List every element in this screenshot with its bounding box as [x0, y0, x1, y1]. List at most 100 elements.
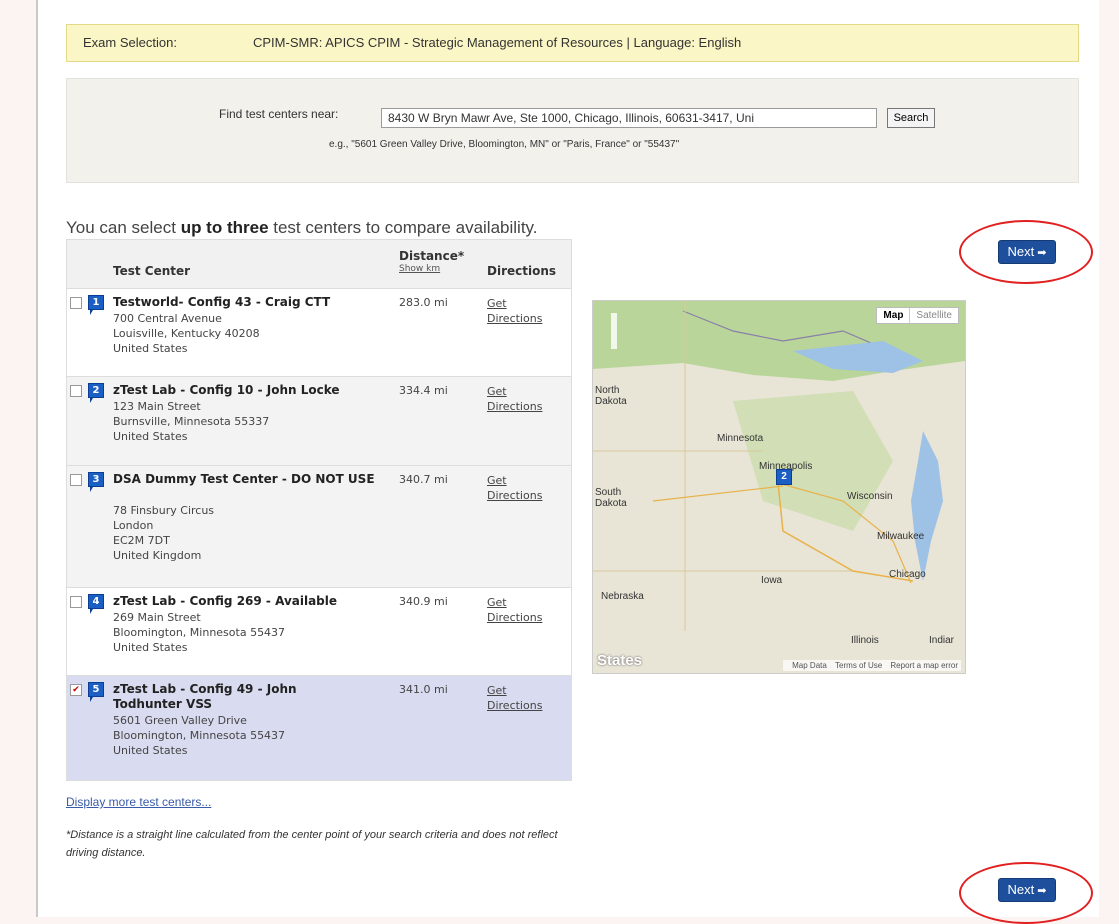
table-header: Test Center Distance* Show km Directions [67, 240, 571, 289]
get-directions-link[interactable]: Get Directions [487, 296, 542, 326]
map-label-iowa: Iowa [761, 575, 783, 586]
row-checkbox-checked[interactable]: ✔ [70, 684, 82, 696]
center-distance: 334.4 mi [399, 384, 448, 397]
address-line: United Kingdom [113, 549, 202, 562]
row-marker: 2 [88, 383, 104, 403]
get-directions-word: Directions [487, 699, 543, 712]
search-label: Find test centers near: [219, 107, 339, 121]
terms-of-use-link[interactable]: Terms of Use [835, 661, 882, 670]
map-marker[interactable]: 2 [776, 469, 792, 485]
search-input[interactable] [381, 108, 877, 128]
address-line: 269 Main Street [113, 611, 201, 624]
intro-post: test centers to compare availability. [268, 218, 538, 237]
row-checkbox[interactable] [70, 596, 82, 608]
main-page: Exam Selection: CPIM-SMR: APICS CPIM - S… [36, 0, 1099, 924]
get-directions-word: Directions [487, 400, 543, 413]
get-directions-word: Directions [487, 312, 543, 325]
address-line: 700 Central Avenue [113, 312, 222, 325]
center-distance: 340.7 mi [399, 473, 448, 486]
address-line: United States [113, 430, 188, 443]
intro-bold: up to three [180, 218, 269, 237]
center-address: 78 Finsbury Circus London EC2M 7DT Unite… [113, 503, 214, 563]
row-marker: 1 [88, 295, 104, 315]
map-label-chicago: Chicago [889, 569, 926, 580]
search-hint: e.g., "5601 Green Valley Drive, Blooming… [329, 139, 680, 150]
intro-pre: You can select [66, 218, 181, 237]
center-name: Testworld- Config 43 - Craig CTT [113, 295, 331, 309]
table-row[interactable]: 3 DSA Dummy Test Center - DO NOT USE 78 … [67, 466, 571, 588]
map-label-illinois: Illinois [851, 635, 879, 646]
get-directions-link[interactable]: Get Directions [487, 595, 542, 625]
address-line: 123 Main Street [113, 400, 201, 413]
test-center-table: Test Center Distance* Show km Directions… [66, 239, 572, 781]
address-line: United States [113, 744, 188, 757]
address-line: 78 Finsbury Circus [113, 504, 215, 517]
highlight-circle-bottom [959, 862, 1093, 924]
address-line: Bloomington, Minnesota 55437 [113, 729, 286, 742]
get-directions-word: Get [487, 474, 507, 487]
header-directions: Directions [487, 264, 557, 278]
map-label-wisconsin: Wisconsin [847, 491, 893, 502]
row-marker: 3 [88, 472, 104, 492]
center-address: 123 Main Street Burnsville, Minnesota 55… [113, 399, 269, 444]
address-line: EC2M 7DT [113, 534, 170, 547]
get-directions-word: Directions [487, 611, 543, 624]
table-row-selected[interactable]: ✔ 5 zTest Lab - Config 49 - John Todhunt… [67, 676, 571, 780]
highlight-circle-top [959, 220, 1093, 284]
search-button[interactable]: Search [887, 108, 935, 128]
center-address: 269 Main Street Bloomington, Minnesota 5… [113, 610, 285, 655]
center-address: 5601 Green Valley Drive Bloomington, Min… [113, 713, 285, 758]
map-label-north-dakota: North Dakota [595, 385, 627, 407]
row-checkbox[interactable] [70, 297, 82, 309]
map-button[interactable]: Map [877, 308, 911, 323]
show-km-link[interactable]: Show km [399, 264, 464, 274]
map-footer: Map Data Terms of Use Report a map error [783, 660, 961, 671]
map-label-minnesota: Minnesota [717, 433, 764, 444]
exam-selection-bar: Exam Selection: CPIM-SMR: APICS CPIM - S… [66, 24, 1079, 62]
map-label-indiana: Indiar [929, 635, 955, 646]
map-label-south-dakota: South Dakota [595, 487, 627, 509]
search-panel: Find test centers near: Search e.g., "56… [66, 78, 1079, 183]
intro-text: You can select up to three test centers … [66, 218, 538, 238]
header-test-center: Test Center [113, 264, 191, 278]
center-name: zTest Lab - Config 10 - John Locke [113, 383, 340, 397]
display-more-link[interactable]: Display more test centers... [66, 795, 211, 809]
distance-note: *Distance is a straight line calculated … [66, 829, 558, 859]
get-directions-link[interactable]: Get Directions [487, 683, 542, 713]
center-distance: 341.0 mi [399, 683, 448, 696]
address-line: Burnsville, Minnesota 55337 [113, 415, 270, 428]
address-line: United States [113, 641, 188, 654]
row-checkbox[interactable] [70, 474, 82, 486]
get-directions-word: Directions [487, 489, 543, 502]
row-marker: 5 [88, 682, 104, 702]
center-name: DSA Dummy Test Center - DO NOT USE [113, 472, 375, 486]
center-distance: 340.9 mi [399, 595, 448, 608]
center-name: zTest Lab - Config 269 - Available [113, 594, 338, 608]
address-line: United States [113, 342, 188, 355]
address-line: London [113, 519, 154, 532]
header-distance: Distance* Show km [399, 249, 464, 274]
address-line: Louisville, Kentucky 40208 [113, 327, 260, 340]
map-canvas [593, 301, 965, 673]
header-distance-label: Distance* [399, 249, 465, 263]
table-row[interactable]: 1 Testworld- Config 43 - Craig CTT 700 C… [67, 289, 571, 377]
report-map-error-link[interactable]: Report a map error [890, 661, 958, 670]
center-distance: 283.0 mi [399, 296, 448, 309]
exam-selection-value: CPIM-SMR: APICS CPIM - Strategic Managem… [253, 35, 742, 50]
table-row[interactable]: 4 zTest Lab - Config 269 - Available 269… [67, 588, 571, 676]
map-panel[interactable]: Map Satellite North Dakota South Dakota M… [592, 300, 966, 674]
get-directions-word: Get [487, 297, 507, 310]
row-checkbox[interactable] [70, 385, 82, 397]
exam-selection-label: Exam Selection: [83, 35, 177, 50]
get-directions-link[interactable]: Get Directions [487, 384, 542, 414]
map-data-link[interactable]: Map Data [792, 661, 827, 670]
satellite-button[interactable]: Satellite [910, 308, 958, 323]
address-line: 5601 Green Valley Drive [113, 714, 247, 727]
table-row[interactable]: 2 zTest Lab - Config 10 - John Locke 123… [67, 377, 571, 466]
map-label-states: States [597, 652, 643, 669]
address-line: Bloomington, Minnesota 55437 [113, 626, 286, 639]
row-marker: 4 [88, 594, 104, 614]
get-directions-link[interactable]: Get Directions [487, 473, 542, 503]
map-type-toggle: Map Satellite [876, 307, 959, 324]
map-label-nebraska: Nebraska [601, 591, 644, 602]
